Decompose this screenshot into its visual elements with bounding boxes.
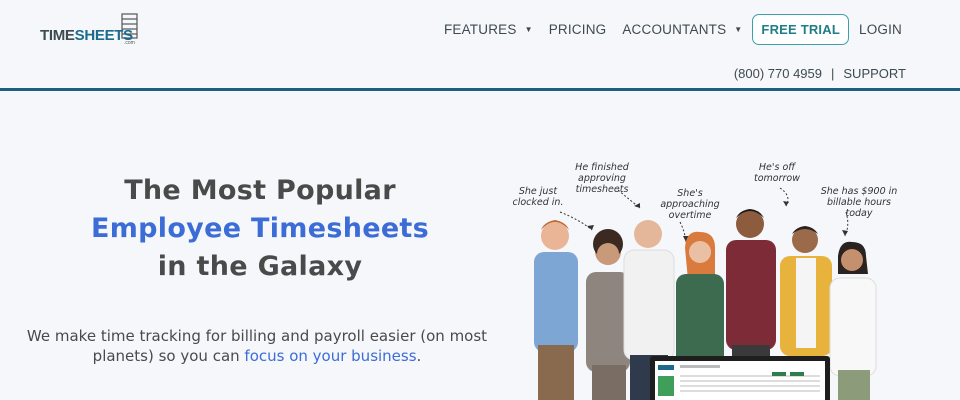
focus-business-link[interactable]: focus on your business [244, 347, 416, 365]
hero-title: The Most Popular Employee Timesheets in … [40, 172, 480, 286]
person-6 [780, 226, 832, 356]
phone-link[interactable]: (800) 770 4959 [734, 66, 822, 81]
callout-clocked-in: She just clocked in. [512, 186, 564, 208]
main-nav: FEATURES ▼ PRICING ACCOUNTANTS ▼ FREE TR… [436, 13, 910, 45]
person-4 [676, 231, 724, 370]
hero-title-line2: Employee Timesheets [90, 213, 430, 244]
laptop-screen [650, 356, 830, 400]
caret-down-icon: ▼ [734, 24, 743, 34]
hero-title-line1: The Most Popular [124, 175, 396, 206]
nav-item-label: ACCOUNTANTS [622, 21, 727, 37]
caret-down-icon: ▼ [524, 24, 533, 34]
nav-item-accountants[interactable]: ACCOUNTANTS ▼ [614, 22, 750, 37]
brand-suffix: .com [124, 40, 135, 46]
person-1 [534, 220, 578, 400]
callout-overtime: She's approaching overtime [660, 188, 720, 221]
hero-subtitle: We make time tracking for billing and pa… [20, 326, 494, 366]
team-photo: She just clocked in. He finished approvi… [500, 150, 920, 400]
callout-billable: She has $900 in billable hours today [820, 186, 898, 219]
person-2 [586, 229, 630, 400]
brand-wordmark: TIMESHEETS [40, 27, 133, 44]
header-divider [0, 88, 960, 91]
nav-item-pricing[interactable]: PRICING [541, 22, 615, 37]
nav-item-label: FEATURES [443, 21, 517, 37]
nav-item-label: PRICING [548, 21, 607, 37]
callout-off-tomorrow: He's off tomorrow [754, 162, 800, 184]
free-trial-button[interactable]: FREE TRIAL [752, 13, 849, 45]
nav-item-features[interactable]: FEATURES ▼ [436, 22, 541, 37]
person-7 [829, 241, 877, 400]
secondary-nav: (800) 770 4959 | SUPPORT [734, 66, 906, 81]
callout-approving: He finished approving timesheets [575, 162, 629, 195]
brand-logo[interactable]: TIMESHEETS .com [40, 13, 140, 46]
brand-name-part1: TIME [40, 27, 75, 44]
login-link[interactable]: LOGIN [851, 22, 910, 37]
site-header: TIMESHEETS .com FEATURES ▼ PRICING ACCOU… [0, 0, 960, 88]
hero-subtitle-end: . [416, 347, 422, 365]
nav-separator: | [831, 66, 835, 81]
support-link[interactable]: SUPPORT [843, 66, 906, 81]
hero-title-line3: in the Galaxy [157, 251, 363, 282]
